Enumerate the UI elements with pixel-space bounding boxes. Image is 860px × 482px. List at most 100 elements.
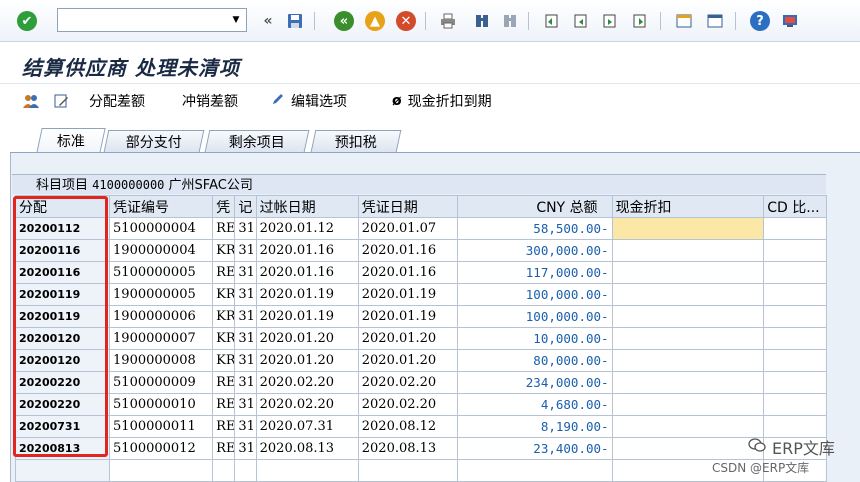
enter-icon[interactable]: ✔ — [17, 11, 37, 31]
cell-doc-type: RE — [212, 261, 236, 284]
column-header-assignment[interactable]: 分配 — [14, 195, 111, 218]
cell-amount: 117,000.00- — [456, 261, 613, 284]
empty-cell — [109, 459, 214, 482]
cell-cash-discount[interactable] — [611, 437, 765, 460]
cancel-icon[interactable]: ✕ — [396, 11, 416, 31]
cell-document-date: 2020.01.19 — [357, 283, 458, 306]
cell-cash-discount[interactable] — [611, 283, 765, 306]
cell-document-number: 1900000004 — [109, 239, 214, 262]
cell-cd-percent[interactable] — [763, 217, 827, 240]
table-row[interactable]: 20200813 5100000012 RE 31 2020.08.13 2020.08.… — [14, 437, 827, 460]
table-row[interactable]: 20200220 5100000009 RE 31 2020.02.20 2020.02.… — [14, 371, 827, 394]
cell-document-number: 5100000004 — [109, 217, 214, 240]
save-icon[interactable] — [285, 11, 305, 31]
account-label: 科目项目 — [36, 178, 89, 193]
account-name: 广州SFAC公司 — [168, 178, 253, 193]
tab-withholding-tax[interactable]: 预扣税 — [310, 130, 402, 152]
table-row[interactable]: 20200120 1900000008 KR 31 2020.01.20 2020.01.… — [14, 349, 827, 372]
column-header-document-number[interactable]: 凭证编号 — [109, 195, 214, 218]
table-row[interactable]: 20200220 5100000010 RE 31 2020.02.20 2020.02.… — [14, 393, 827, 416]
cell-cd-percent[interactable] — [763, 239, 827, 262]
open-items-table: 分配 凭证编号 凭 记 过帐日期 凭证日期 CNY 总额 现金折扣 CD 比..… — [14, 195, 827, 482]
cell-posting-key: 31 — [234, 305, 257, 328]
cell-cash-discount[interactable] — [611, 305, 765, 328]
tab-residual-items[interactable]: 剩余项目 — [204, 130, 310, 152]
edit-document-icon[interactable] — [53, 92, 69, 110]
find-next-icon[interactable] — [500, 11, 520, 31]
watermark: ERP文库 — [748, 435, 835, 459]
cell-doc-type: RE — [212, 393, 236, 416]
customize-layout-icon[interactable] — [780, 11, 800, 31]
find-icon[interactable] — [472, 11, 492, 31]
cell-cash-discount[interactable] — [611, 327, 765, 350]
column-header-amount[interactable]: CNY 总额 — [456, 195, 613, 218]
cell-posting-key: 31 — [234, 239, 257, 262]
cell-cd-percent[interactable] — [763, 349, 827, 372]
separator — [660, 12, 661, 30]
table-row[interactable]: 20200116 5100000005 RE 31 2020.01.16 2020.01.… — [14, 261, 827, 284]
cell-cash-discount[interactable] — [611, 349, 765, 372]
next-page-icon[interactable] — [599, 11, 619, 31]
cell-posting-date: 2020.01.16 — [255, 239, 359, 262]
table-row[interactable]: 20200731 5100000011 RE 31 2020.07.31 2020.08.… — [14, 415, 827, 438]
column-header-cash-discount[interactable]: 现金折扣 — [611, 195, 765, 218]
back-icon[interactable]: « — [334, 11, 354, 31]
cell-amount: 58,500.00- — [456, 217, 613, 240]
chevron-down-icon[interactable]: ▼ — [226, 9, 246, 31]
write-off-difference-button[interactable]: 冲销差额 — [182, 92, 238, 110]
system-toolbar: ✔ ▼ « « ▲ ✕ ? — [0, 0, 860, 42]
cell-assignment: 20200220 — [14, 393, 111, 416]
last-page-icon[interactable] — [629, 11, 649, 31]
distribute-difference-button[interactable]: 分配差额 — [89, 92, 145, 110]
cell-cash-discount[interactable] — [611, 239, 765, 262]
edit-options-button[interactable]: 编辑选项 — [271, 92, 347, 110]
collapse-icon[interactable]: « — [258, 11, 278, 31]
people-icon[interactable] — [22, 92, 40, 110]
tab-partial-payment[interactable]: 部分支付 — [103, 130, 205, 152]
cell-cd-percent[interactable] — [763, 393, 827, 416]
column-header-document-date[interactable]: 凭证日期 — [357, 195, 458, 218]
cell-document-date: 2020.01.19 — [357, 305, 458, 328]
table-row[interactable]: 20200119 1900000006 KR 31 2020.01.19 2020.01.… — [14, 305, 827, 328]
first-page-icon[interactable] — [541, 11, 561, 31]
column-header-posting-date[interactable]: 过帐日期 — [255, 195, 359, 218]
null-symbol-icon: ø — [392, 93, 402, 109]
new-session-icon[interactable] — [674, 11, 694, 31]
cell-document-number: 1900000005 — [109, 283, 214, 306]
cell-cd-percent[interactable] — [763, 305, 827, 328]
cell-cd-percent[interactable] — [763, 327, 827, 350]
print-icon[interactable] — [438, 11, 458, 31]
help-icon[interactable]: ? — [750, 11, 770, 31]
cell-cash-discount[interactable] — [611, 393, 765, 416]
command-field[interactable]: ▼ — [57, 8, 247, 32]
cell-cash-discount[interactable] — [611, 371, 765, 394]
cell-amount: 4,680.00- — [456, 393, 613, 416]
cell-cash-discount[interactable] — [611, 217, 765, 240]
cell-posting-key: 31 — [234, 327, 257, 350]
table-row[interactable]: 20200112 5100000004 RE 31 2020.01.12 2020.01.… — [14, 217, 827, 240]
cell-posting-key: 31 — [234, 415, 257, 438]
cell-cd-percent[interactable] — [763, 261, 827, 284]
column-header-doc-type[interactable]: 凭 — [212, 195, 236, 218]
cell-amount: 100,000.00- — [456, 305, 613, 328]
cell-cash-discount[interactable] — [611, 261, 765, 284]
table-row[interactable]: 20200116 1900000004 KR 31 2020.01.16 2020.01.… — [14, 239, 827, 262]
exit-icon[interactable]: ▲ — [365, 11, 385, 31]
cell-document-number: 5100000005 — [109, 261, 214, 284]
cash-discount-due-button[interactable]: ø 现金折扣到期 — [392, 92, 492, 110]
column-header-cd-percent[interactable]: CD 比... — [763, 195, 827, 218]
table-row[interactable]: 20200119 1900000005 KR 31 2020.01.19 2020.01.… — [14, 283, 827, 306]
cell-amount: 8,190.00- — [456, 415, 613, 438]
previous-page-icon[interactable] — [570, 11, 590, 31]
cell-amount: 100,000.00- — [456, 283, 613, 306]
tab-standard[interactable]: 标准 — [36, 128, 106, 153]
table-row[interactable]: 20200120 1900000007 KR 31 2020.01.20 2020.01.… — [14, 327, 827, 350]
cell-document-number: 5100000010 — [109, 393, 214, 416]
command-input[interactable] — [58, 9, 226, 31]
cell-cd-percent[interactable] — [763, 371, 827, 394]
column-header-posting-key[interactable]: 记 — [234, 195, 257, 218]
cell-posting-key: 31 — [234, 217, 257, 240]
cell-cd-percent[interactable] — [763, 283, 827, 306]
shortcut-icon[interactable] — [705, 11, 725, 31]
cell-cash-discount[interactable] — [611, 415, 765, 438]
